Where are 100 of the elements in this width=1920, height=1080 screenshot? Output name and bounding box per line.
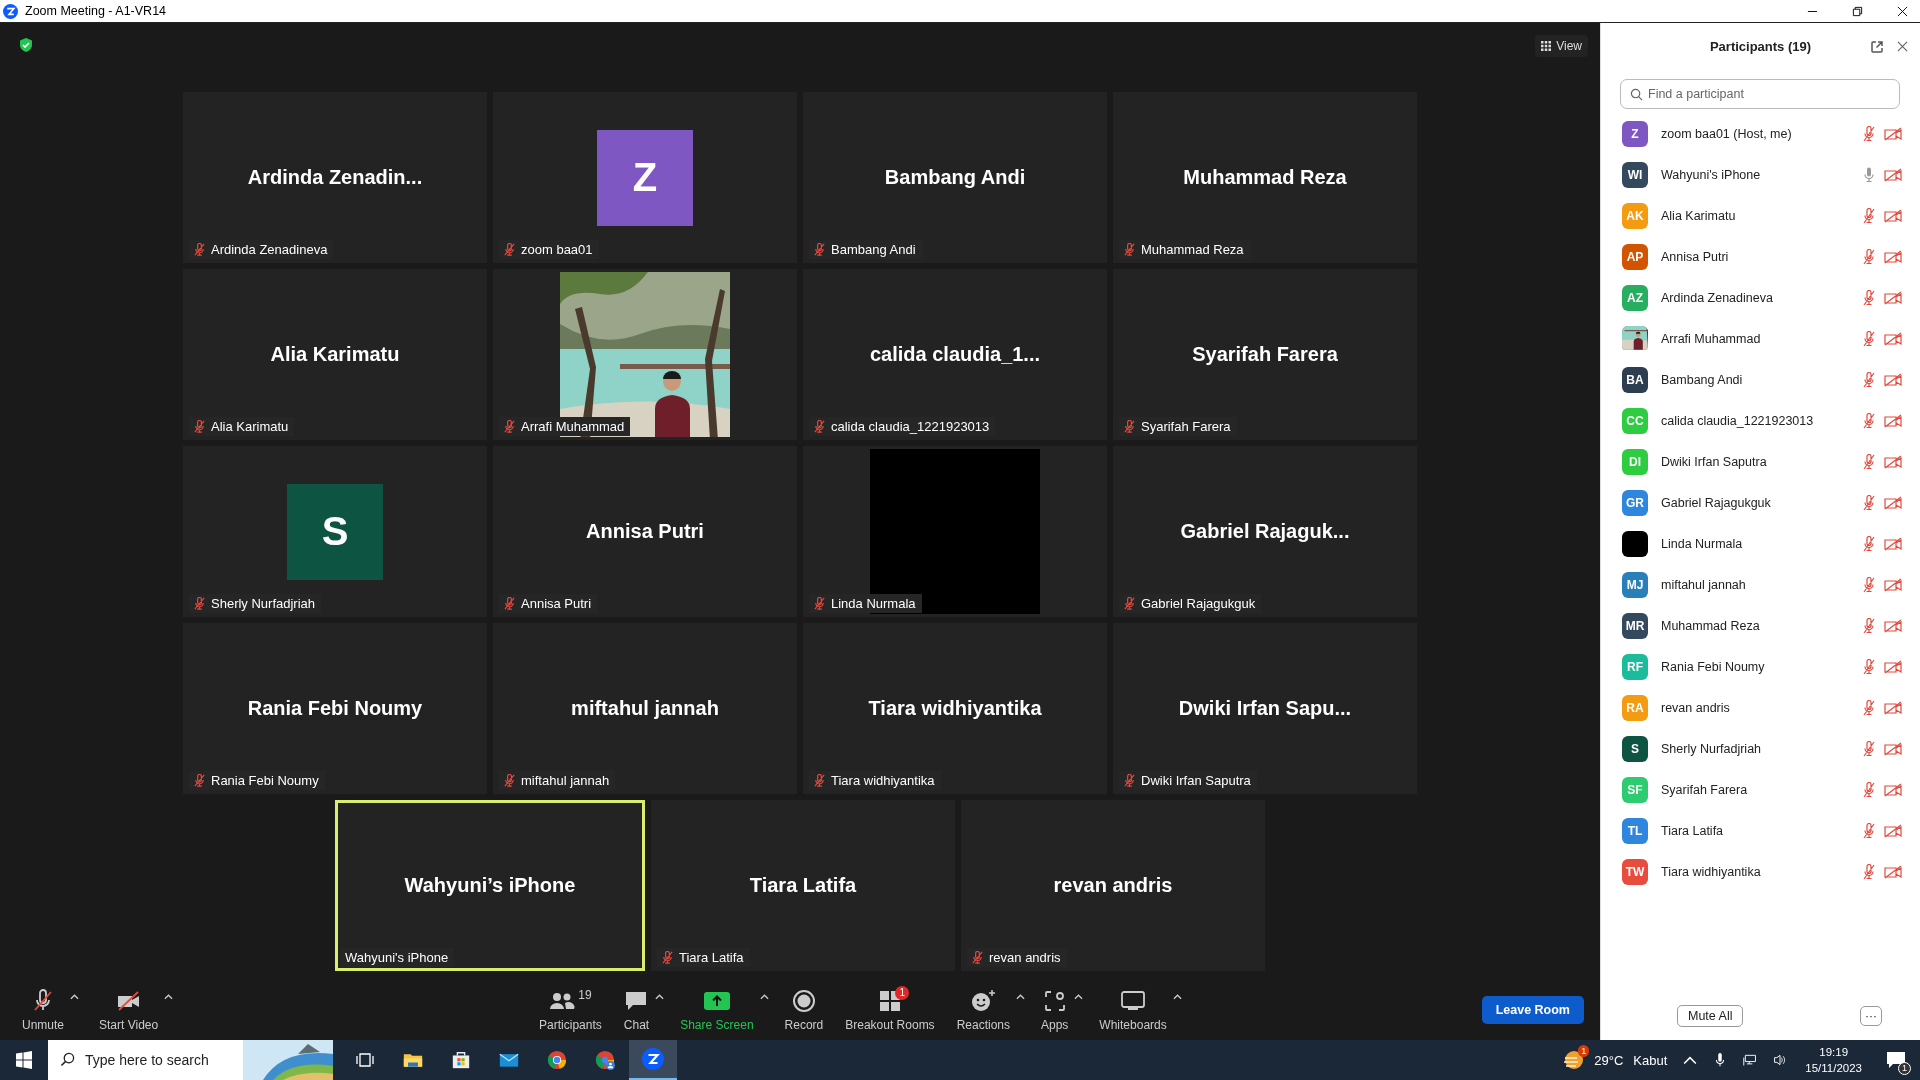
toolbar-participants-button[interactable]: 19 Participants: [533, 984, 608, 1036]
mic-muted-icon[interactable]: [1862, 207, 1876, 224]
mic-muted-icon[interactable]: [1862, 576, 1876, 593]
participant-row[interactable]: DI Dwiki Irfan Saputra: [1601, 441, 1920, 482]
clock[interactable]: 19:19 15/11/2023: [1805, 1044, 1862, 1076]
toolbar-share-button[interactable]: Share Screen: [674, 984, 760, 1036]
participant-row[interactable]: GR Gabriel Rajagukguk: [1601, 482, 1920, 523]
view-button[interactable]: View: [1535, 35, 1588, 57]
participant-row[interactable]: TW Tiara widhiyantika: [1601, 851, 1920, 892]
browser-profile-icon[interactable]: [595, 1050, 615, 1070]
participant-row[interactable]: Z zoom baa01 (Host, me): [1601, 113, 1920, 154]
toolbar-breakout-button[interactable]: 1 Breakout Rooms: [839, 984, 941, 1036]
video-off-icon[interactable]: [1884, 741, 1902, 756]
video-off-icon[interactable]: [1884, 700, 1902, 715]
browser-icon[interactable]: [547, 1050, 567, 1070]
taskbar-search-field[interactable]: Type here to search: [48, 1040, 243, 1080]
mic-muted-icon[interactable]: [1862, 371, 1876, 388]
video-off-icon[interactable]: [1884, 290, 1902, 305]
mic-muted-icon[interactable]: [1862, 658, 1876, 675]
search-field[interactable]: Find a participant: [1620, 79, 1900, 109]
toolbar-apps-button[interactable]: Apps: [1035, 984, 1075, 1036]
mic-muted-icon[interactable]: [1862, 699, 1876, 716]
video-off-icon[interactable]: [1884, 864, 1902, 879]
task-view-icon[interactable]: [355, 1050, 375, 1070]
video-off-icon[interactable]: [1884, 454, 1902, 469]
mic-icon[interactable]: [1862, 166, 1876, 183]
caret-icon[interactable]: [70, 994, 80, 1000]
participant-name: Gabriel Rajagukguk: [1661, 495, 1772, 510]
participant-row[interactable]: AK Alia Karimatu: [1601, 195, 1920, 236]
mic-muted-icon[interactable]: [1862, 617, 1876, 634]
video-off-icon[interactable]: [1884, 413, 1902, 428]
participant-row[interactable]: AP Annisa Putri: [1601, 236, 1920, 277]
video-off-icon[interactable]: [1884, 208, 1902, 223]
video-off-icon[interactable]: [1884, 782, 1902, 797]
participant-row[interactable]: Linda Nurmala: [1601, 523, 1920, 564]
participant-name: Wahyuni’s iPhone: [404, 874, 576, 897]
mic-muted-icon[interactable]: [1862, 494, 1876, 511]
toolbar-chat-button[interactable]: Chat: [617, 984, 656, 1036]
caret-icon[interactable]: [164, 994, 174, 1000]
video-off-icon[interactable]: [1884, 659, 1902, 674]
caret-icon[interactable]: [1074, 994, 1084, 1000]
leave-room-button[interactable]: Leave Room: [1481, 996, 1584, 1024]
participant-name: Arrafi Muhammad: [1661, 331, 1762, 346]
mic-muted-icon[interactable]: [1862, 535, 1876, 552]
toolbar-record-button[interactable]: Record: [778, 984, 830, 1036]
mic-muted-icon[interactable]: [1862, 125, 1876, 142]
shield-check-icon[interactable]: [18, 37, 34, 53]
more-button[interactable]: ···: [1860, 1006, 1882, 1026]
toolbar-video-button[interactable]: Start Video: [93, 984, 165, 1036]
pop-out-icon[interactable]: [1870, 40, 1884, 54]
video-off-icon[interactable]: [1884, 126, 1902, 141]
participant-row[interactable]: RF Rania Febi Noumy: [1601, 646, 1920, 687]
network-icon[interactable]: [1743, 1053, 1758, 1067]
windows-start-icon[interactable]: [14, 1050, 34, 1070]
participant-row[interactable]: S Sherly Nurfadjriah: [1601, 728, 1920, 769]
caret-icon[interactable]: [655, 994, 665, 1000]
mic-muted-icon[interactable]: [1862, 248, 1876, 265]
mute-all-button[interactable]: Mute All: [1677, 1005, 1744, 1027]
restore-icon[interactable]: [1852, 5, 1863, 17]
mic-muted-icon[interactable]: [1862, 412, 1876, 429]
participant-row[interactable]: WI Wahyuni's iPhone: [1601, 154, 1920, 195]
speaker-icon[interactable]: [1773, 1053, 1788, 1067]
participant-row[interactable]: BA Bambang Andi: [1601, 359, 1920, 400]
toolbar-reactions-button[interactable]: Reactions: [950, 984, 1016, 1036]
grid-icon: [1541, 41, 1552, 51]
mic-muted-icon[interactable]: [1862, 822, 1876, 839]
video-off-icon[interactable]: [1884, 577, 1902, 592]
caret-icon[interactable]: [1172, 994, 1182, 1000]
taskbar-app-button[interactable]: [629, 1040, 677, 1080]
video-off-icon[interactable]: [1884, 167, 1902, 182]
notification-icon[interactable]: [1886, 1051, 1906, 1069]
toolbar-whiteboards-button[interactable]: Whiteboards: [1093, 984, 1173, 1036]
weather-haze-icon[interactable]: [1562, 1050, 1585, 1070]
store-icon[interactable]: [451, 1050, 471, 1070]
close-icon[interactable]: [1897, 5, 1908, 17]
caret-icon[interactable]: [759, 994, 769, 1000]
mic-muted-icon[interactable]: [1862, 453, 1876, 470]
toolbar-mic-button[interactable]: Unmute: [16, 984, 71, 1036]
video-off-icon[interactable]: [1884, 495, 1902, 510]
participant-row[interactable]: SF Syarifah Farera: [1601, 769, 1920, 810]
video-off-icon[interactable]: [1884, 372, 1902, 387]
mic-muted-icon[interactable]: [1862, 740, 1876, 757]
participant-row[interactable]: CC calida claudia_1221923013: [1601, 400, 1920, 441]
mic-muted-icon[interactable]: [1862, 289, 1876, 306]
mic-muted-icon[interactable]: [1862, 330, 1876, 347]
participant-row[interactable]: AZ Ardinda Zenadineva: [1601, 277, 1920, 318]
participant-row[interactable]: MJ miftahul jannah: [1601, 564, 1920, 605]
mic-muted-icon[interactable]: [1862, 863, 1876, 880]
participant-row[interactable]: RA revan andris: [1601, 687, 1920, 728]
video-off-icon[interactable]: [1884, 331, 1902, 346]
participant-row[interactable]: MR Muhammad Reza: [1601, 605, 1920, 646]
video-off-icon[interactable]: [1884, 536, 1902, 551]
video-off-icon[interactable]: [1884, 249, 1902, 264]
participant-row[interactable]: Arrafi Muhammad: [1601, 318, 1920, 359]
participant-row[interactable]: TL Tiara Latifa: [1601, 810, 1920, 851]
video-off-icon[interactable]: [1884, 823, 1902, 838]
mic-muted-icon[interactable]: [1862, 781, 1876, 798]
caret-icon[interactable]: [1016, 994, 1025, 1000]
chat-bubble-icon: [624, 990, 649, 1012]
video-off-icon[interactable]: [1884, 618, 1902, 633]
